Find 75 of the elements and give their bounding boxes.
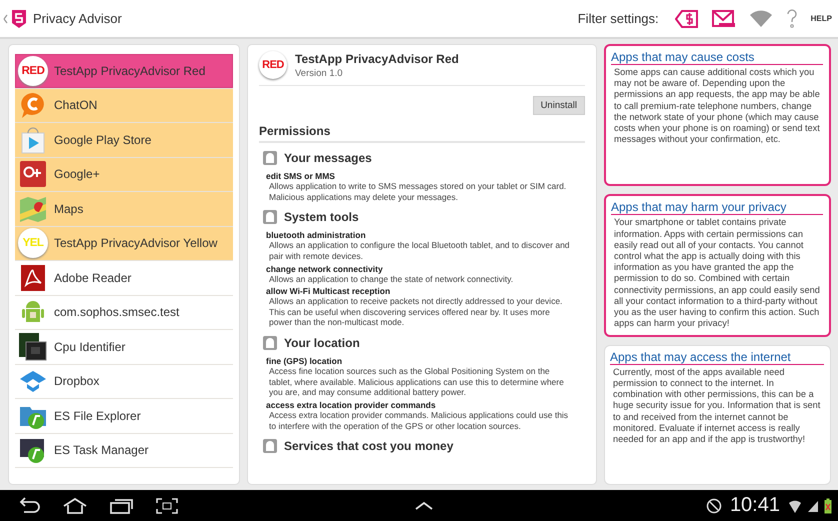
app-name: ChatON — [54, 98, 98, 112]
permission-group-title: Your messages — [284, 151, 372, 165]
uninstall-button[interactable]: Uninstall — [532, 96, 585, 115]
info-card-text: Some apps can cause additional costs which you may not be aware of. Depending upon the permissions an app requests, the app may be able to call premium-rate telephone numbers, change the network state of your phone (which may cause costs when your phone is on roaming) or send text messages without your confirmation, etc. — [614, 67, 821, 146]
app-name: com.sophos.smsec.test — [54, 305, 180, 320]
app-title: Privacy Advisor — [33, 11, 122, 26]
back-button[interactable]: Privacy Advisor — [3, 8, 122, 30]
app-name: ES Task Manager — [54, 443, 148, 458]
app-name: TestApp PrivacyAdvisor Red — [54, 64, 206, 78]
app-list-item[interactable]: RED TestApp PrivacyAdvisor Red — [15, 54, 233, 88]
app-name: TestApp PrivacyAdvisor Yellow — [54, 236, 218, 250]
permission-name: bluetooth administration — [266, 230, 367, 240]
app-name: Google+ — [54, 167, 100, 182]
info-card-title: Apps that may access the internet — [610, 350, 824, 365]
app-name: Cpu Identifier — [54, 340, 126, 354]
app-name: Maps — [54, 202, 84, 216]
app-list-item[interactable]: YEL TestApp PrivacyAdvisor Yellow — [15, 226, 233, 261]
info-card-text: Currently, most of the apps available need permission to connect to the internet. In combination with other permissions, this can be a huge security issue for you. Information that is sent to and received from the internet cannot be monitored. Evaluate if internet access is really needed for an app and if the app is trustworthy! — [613, 366, 822, 446]
permission-name: change network connectivity — [266, 264, 384, 274]
question-mark-icon[interactable] — [784, 8, 799, 30]
permission-group-title: Your location — [284, 336, 360, 350]
wifi-icon[interactable] — [748, 8, 773, 28]
app-list-item[interactable]: Google+ — [15, 158, 233, 192]
info-card-title: Apps that may harm your privacy — [611, 200, 823, 216]
permission-name: allow Wi-Fi Multicast reception — [266, 286, 392, 296]
app-list-item[interactable]: com.sophos.smsec.test — [15, 296, 233, 330]
app-name: Adobe Reader — [54, 270, 132, 285]
pdf-icon — [18, 262, 48, 293]
info-card-title: Apps that may cause costs — [611, 50, 823, 65]
permission-description: Access fine location sources such as the Global Positioning System on the tablet, where available. Malicious applications can use this to determine where you are, and may consume additional battery power. — [269, 366, 565, 398]
signal-icon — [807, 498, 819, 512]
app-badge-icon: YEL — [18, 228, 48, 258]
envelope-icon[interactable] — [710, 8, 737, 28]
recent-apps-icon[interactable] — [108, 496, 134, 514]
clock: 10:41 — [730, 494, 780, 517]
permission-name: edit SMS or MMS — [266, 171, 336, 181]
lock-icon — [262, 438, 278, 454]
lock-icon — [262, 335, 278, 351]
g-plus-icon — [18, 159, 48, 190]
permission-description: Allows an application to configure the local Bluetooth tablet, and to discover and pair with remote devices. — [269, 240, 571, 262]
lock-icon — [262, 150, 278, 166]
battery-icon — [824, 498, 832, 514]
permission-group-title: Services that cost you money — [284, 439, 454, 454]
permissions-heading: Permissions — [259, 124, 585, 143]
lock-icon — [262, 209, 278, 226]
permission-description: Allows application to write to SMS messages stored on your tablet or SIM card. Malicious applications may delete your messages. — [269, 181, 568, 202]
app-badge-icon: RED — [259, 51, 287, 79]
app-name: Dropbox — [54, 374, 100, 388]
help-button[interactable]: HELP — [810, 14, 832, 23]
app-list-item[interactable]: Google Play Store — [15, 123, 233, 158]
filter-label: Filter settings: — [578, 11, 659, 26]
app-version: Version 1.0 — [295, 68, 344, 78]
blocked-sign-icon — [706, 498, 722, 514]
info-card-text: Your smartphone or tablet contains private information. Apps with certain permissions can easily read out all of your contacts. You cannot control what the app is actually doing with this information as you have granted the app the permission to do so. Combined with certain connectivity permissions, an app could easily send all your contact information to a third-party without you as the user having to confirm this action. Such apps can harm your privacy! — [614, 217, 821, 330]
permission-name: fine (GPS) location — [266, 356, 344, 366]
app-list-item[interactable]: Cpu Identifier — [15, 330, 233, 364]
chip-icon — [18, 332, 48, 362]
app-list-item[interactable]: ChatON — [15, 88, 233, 123]
app-name: Google Play Store — [54, 132, 152, 147]
wifi-icon — [788, 498, 802, 514]
app-list-item[interactable]: ES Task Manager — [15, 434, 233, 468]
app-logo-icon — [3, 8, 29, 30]
dollar-tag-icon[interactable] — [674, 8, 699, 28]
permission-name: access extra location provider commands — [266, 400, 437, 410]
app-name: ES File Explorer — [54, 408, 141, 423]
screenshot-icon[interactable] — [154, 496, 180, 514]
app-list-item[interactable]: Maps — [15, 192, 233, 226]
app-badge-icon: RED — [18, 56, 48, 86]
home-icon[interactable] — [62, 496, 88, 514]
app-list-item[interactable]: Dropbox — [15, 364, 233, 399]
permission-group-title: System tools — [284, 210, 359, 224]
permission-description: Allows an application to change the state of network connectivity. — [269, 274, 514, 284]
permission-description: Access extra location provider commands. Malicious applications could use this to interfere with the operation of the GPS or other location sources. — [269, 410, 570, 432]
permission-description: Allows an application to receive packets not directly addressed to your device. This can be useful when discovering services offered near by. It uses more power than the non-multicast mode. — [269, 296, 564, 328]
app-name: TestApp PrivacyAdvisor Red — [295, 52, 459, 66]
